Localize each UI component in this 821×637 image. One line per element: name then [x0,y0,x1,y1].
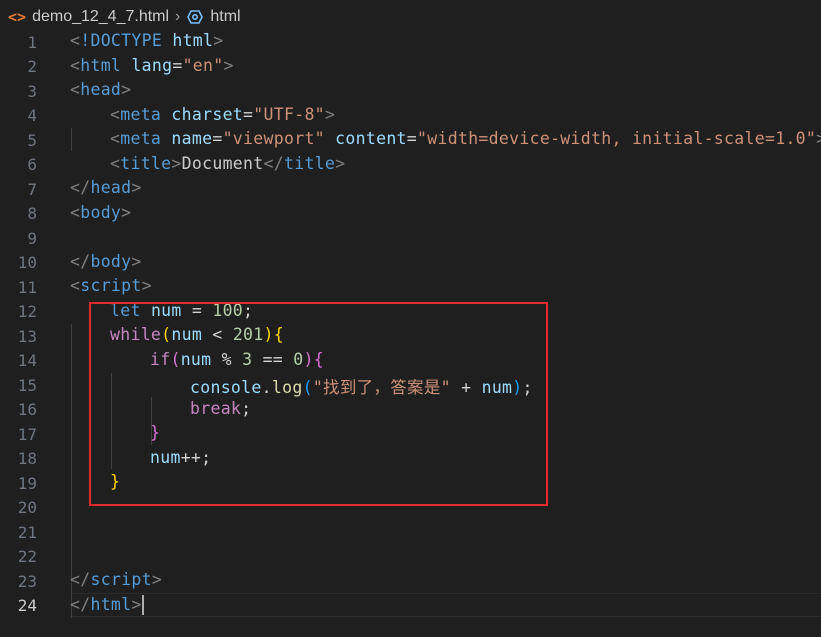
code-line-4: <meta charset="UTF-8"> [110,104,336,124]
code-line-1: <!DOCTYPE html> [70,31,224,50]
line-number: 11 [17,277,37,297]
code-line-11: <script> [70,276,152,295]
line-number: 10 [17,253,37,273]
line-9: 9 [0,226,821,251]
indent-guide [71,128,72,151]
line-number: 5 [27,130,37,150]
line-number: 16 [17,400,37,420]
line-number: 1 [27,32,37,52]
line-number: 4 [27,106,37,126]
chevron-right-icon: › [175,7,181,25]
code-line-10: </body> [70,251,142,271]
annotation-highlight-box [89,302,548,506]
line-number: 17 [17,424,37,444]
line-number: 22 [17,547,37,567]
symbol-class-icon [186,9,204,25]
line-number-active: 24 [17,596,37,616]
line-number: 18 [17,449,37,469]
code-line-2: <html lang="en"> [70,55,234,75]
line-number: 9 [27,228,37,248]
code-line-23: </script> [70,570,163,589]
breadcrumb-file-name[interactable]: demo_12_4_7.html [32,8,169,26]
line-number: 13 [17,326,37,346]
code-line-3: <head> [70,80,132,99]
current-line-highlight [70,593,821,617]
breadcrumb: <> demo_12_4_7.html › html [0,0,821,33]
line-number: 20 [17,498,37,518]
code-line-7: </head> [70,178,142,197]
line-number: 14 [17,351,37,371]
line-number: 23 [17,571,37,591]
line-22: 22 [0,545,821,570]
line-number: 15 [17,375,37,395]
code-line-24: </html> [70,594,144,615]
line-number: 19 [17,473,37,493]
line-number: 8 [27,204,37,224]
line-21: 21 [0,520,821,545]
code-line-8: <body> [70,202,132,222]
html-file-icon: <> [8,7,27,26]
line-number: 7 [27,179,37,199]
text-cursor [141,595,144,615]
code-line-6: <title>Document</title> [110,153,346,173]
line-number: 3 [27,81,37,101]
line-number: 12 [17,302,37,322]
line-number: 2 [27,57,37,77]
breadcrumb-symbol-name[interactable]: html [210,8,240,26]
line-number: 21 [17,522,37,542]
line-number: 6 [27,155,37,175]
code-line-5: <meta name="viewport" content="width=dev… [110,129,821,148]
